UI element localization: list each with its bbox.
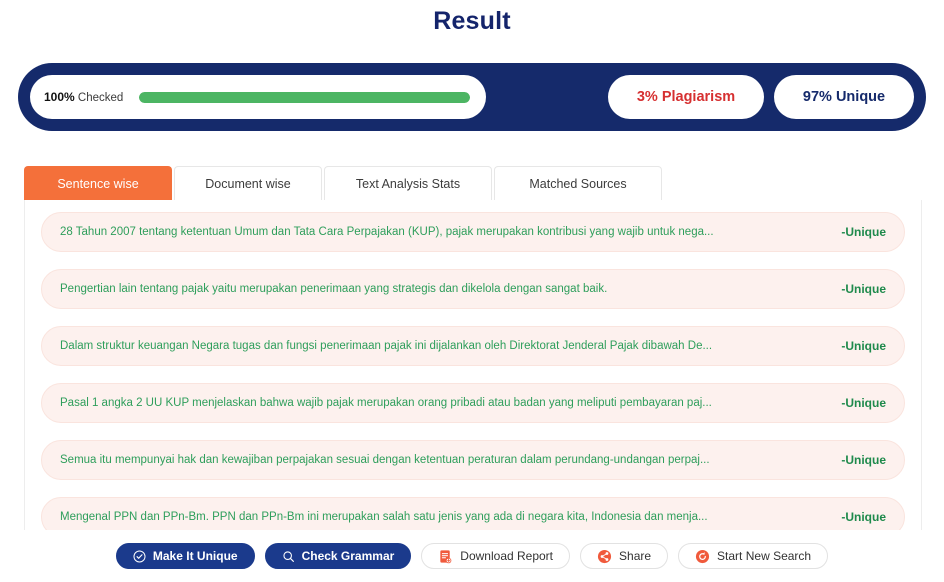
start-new-search-button[interactable]: Start New Search bbox=[678, 543, 829, 569]
progress-fill bbox=[139, 91, 470, 103]
progress-label: 100% Checked bbox=[44, 90, 123, 104]
summary-bar: 100% Checked 3% Plagiarism 97% Unique bbox=[18, 63, 926, 131]
refresh-circle-icon bbox=[695, 549, 710, 564]
results-list: 28 Tahun 2007 tentang ketentuan Umum dan… bbox=[25, 200, 921, 530]
table-row[interactable]: Mengenal PPN dan PPn-Bm. PPN dan PPn-Bm … bbox=[41, 497, 905, 530]
search-icon bbox=[282, 550, 295, 563]
progress-track bbox=[139, 91, 470, 103]
start-new-search-label: Start New Search bbox=[717, 549, 812, 563]
table-row[interactable]: 28 Tahun 2007 tentang ketentuan Umum dan… bbox=[41, 212, 905, 252]
progress-percent: 100% bbox=[44, 90, 75, 104]
check-circle-icon bbox=[133, 549, 146, 563]
sentence-text: Pasal 1 angka 2 UU KUP menjelaskan bahwa… bbox=[60, 397, 712, 409]
page-title: Result bbox=[433, 7, 511, 35]
sentence-text: Semua itu mempunyai hak dan kewajiban pe… bbox=[60, 454, 710, 466]
tabs: Sentence wise Document wise Text Analysi… bbox=[24, 166, 922, 201]
tab-sentence-wise[interactable]: Sentence wise bbox=[24, 166, 172, 200]
status-badge: -Unique bbox=[841, 510, 886, 524]
download-report-button[interactable]: Download Report bbox=[421, 543, 571, 569]
action-bar: Make It Unique Check Grammar Download Re… bbox=[0, 530, 944, 582]
status-badge: -Unique bbox=[841, 453, 886, 467]
check-grammar-label: Check Grammar bbox=[301, 549, 395, 563]
table-row[interactable]: Pengertian lain tentang pajak yaitu meru… bbox=[41, 269, 905, 309]
make-it-unique-label: Make It Unique bbox=[152, 549, 238, 563]
results-panel[interactable]: 28 Tahun 2007 tentang ketentuan Umum dan… bbox=[24, 200, 922, 530]
sentence-text: Pengertian lain tentang pajak yaitu meru… bbox=[60, 283, 608, 295]
status-badge: -Unique bbox=[841, 225, 886, 239]
progress-pill: 100% Checked bbox=[30, 75, 486, 119]
status-badge: -Unique bbox=[841, 282, 886, 296]
table-row[interactable]: Dalam struktur keuangan Negara tugas dan… bbox=[41, 326, 905, 366]
pdf-file-icon bbox=[438, 549, 453, 564]
stat-group: 3% Plagiarism 97% Unique bbox=[608, 75, 914, 119]
table-row[interactable]: Semua itu mempunyai hak dan kewajiban pe… bbox=[41, 440, 905, 480]
sentence-text: Dalam struktur keuangan Negara tugas dan… bbox=[60, 340, 713, 352]
share-label: Share bbox=[619, 549, 652, 563]
tab-text-analysis-stats[interactable]: Text Analysis Stats bbox=[324, 166, 492, 200]
status-badge: -Unique bbox=[841, 396, 886, 410]
tab-matched-sources[interactable]: Matched Sources bbox=[494, 166, 662, 200]
plagiarism-badge[interactable]: 3% Plagiarism bbox=[608, 75, 764, 119]
sentence-text: 28 Tahun 2007 tentang ketentuan Umum dan… bbox=[60, 226, 714, 238]
tab-document-wise[interactable]: Document wise bbox=[174, 166, 322, 200]
download-report-label: Download Report bbox=[460, 549, 554, 563]
check-grammar-button[interactable]: Check Grammar bbox=[264, 543, 412, 569]
progress-checked-text: Checked bbox=[77, 92, 124, 104]
share-button[interactable]: Share bbox=[580, 543, 669, 569]
make-it-unique-button[interactable]: Make It Unique bbox=[115, 543, 255, 569]
sentence-text: Mengenal PPN dan PPn-Bm. PPN dan PPn-Bm … bbox=[60, 511, 708, 523]
table-row[interactable]: Pasal 1 angka 2 UU KUP menjelaskan bahwa… bbox=[41, 383, 905, 423]
share-icon bbox=[597, 549, 612, 564]
status-badge: -Unique bbox=[841, 339, 886, 353]
result-page: Result 100% Checked 3% Plagiarism 97% Un… bbox=[0, 0, 944, 582]
unique-badge[interactable]: 97% Unique bbox=[774, 75, 914, 119]
